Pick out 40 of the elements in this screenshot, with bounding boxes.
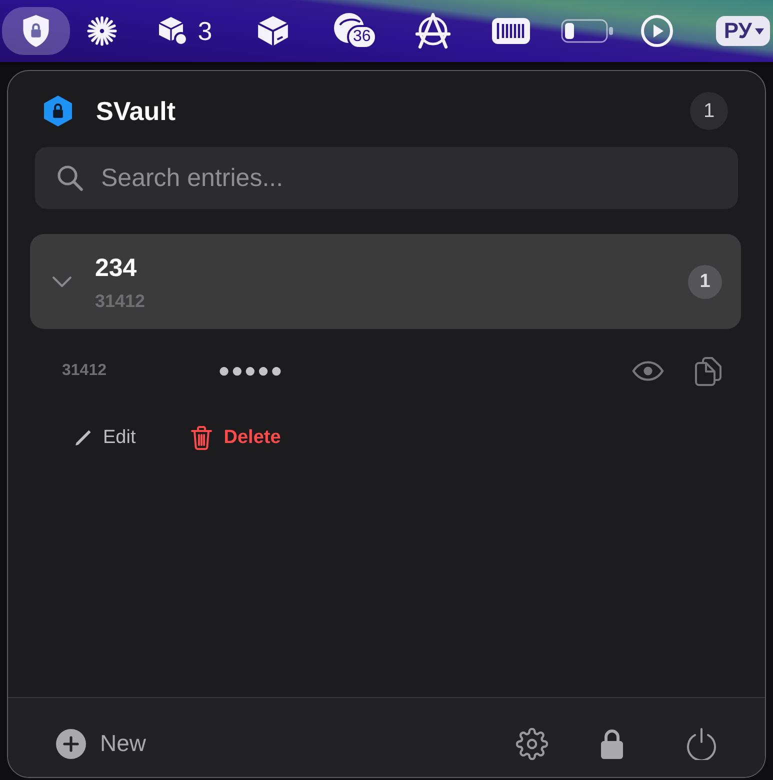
entry-username: 31412 xyxy=(62,362,106,380)
menu-bar-item[interactable]: 3 xyxy=(158,16,212,46)
menu-bar-item[interactable] xyxy=(87,16,117,46)
play-icon xyxy=(641,15,673,47)
eye-icon[interactable] xyxy=(632,361,664,381)
menu-bar-item[interactable] xyxy=(415,13,451,49)
box-icon xyxy=(158,16,188,46)
settings-icon[interactable] xyxy=(516,728,548,760)
app-title: SVault xyxy=(96,96,176,126)
menu-bar-item[interactable] xyxy=(257,15,289,47)
delete-button[interactable]: Delete xyxy=(190,426,281,450)
plus-icon xyxy=(56,728,86,758)
count-badge: 1 xyxy=(688,264,722,298)
pencil-icon xyxy=(74,428,92,447)
circled-a-icon xyxy=(415,13,451,49)
barcode-icon xyxy=(492,18,530,44)
power-icon[interactable] xyxy=(686,728,717,760)
caret-icon xyxy=(755,28,764,34)
menu-bar-item[interactable] xyxy=(492,18,530,44)
edit-button[interactable]: Edit xyxy=(74,426,136,450)
menu-bar-item[interactable] xyxy=(641,15,673,47)
password-mask: ●●●●● xyxy=(218,361,284,381)
search-icon xyxy=(57,165,83,191)
shield-lock-icon xyxy=(44,95,72,127)
menu-bar-item[interactable]: РУ xyxy=(716,16,770,46)
menu-bar-item[interactable] xyxy=(2,7,70,55)
lock-icon[interactable] xyxy=(601,728,623,758)
cube-icon xyxy=(257,15,289,47)
sparkle-icon xyxy=(87,16,117,46)
new-button[interactable]: New xyxy=(56,728,146,758)
count-badge: 1 xyxy=(690,92,728,130)
menu-bar-item[interactable] xyxy=(561,19,613,43)
search-field[interactable]: Search entries... xyxy=(35,147,738,209)
battery-icon xyxy=(561,19,613,43)
count-badge: 36 xyxy=(347,25,377,49)
group-title: 234 xyxy=(95,254,138,282)
trash-icon xyxy=(190,426,212,450)
menu-bar-item[interactable]: 36 xyxy=(334,13,378,49)
shield-lock-icon xyxy=(22,15,50,47)
copy-icon[interactable] xyxy=(695,356,722,386)
